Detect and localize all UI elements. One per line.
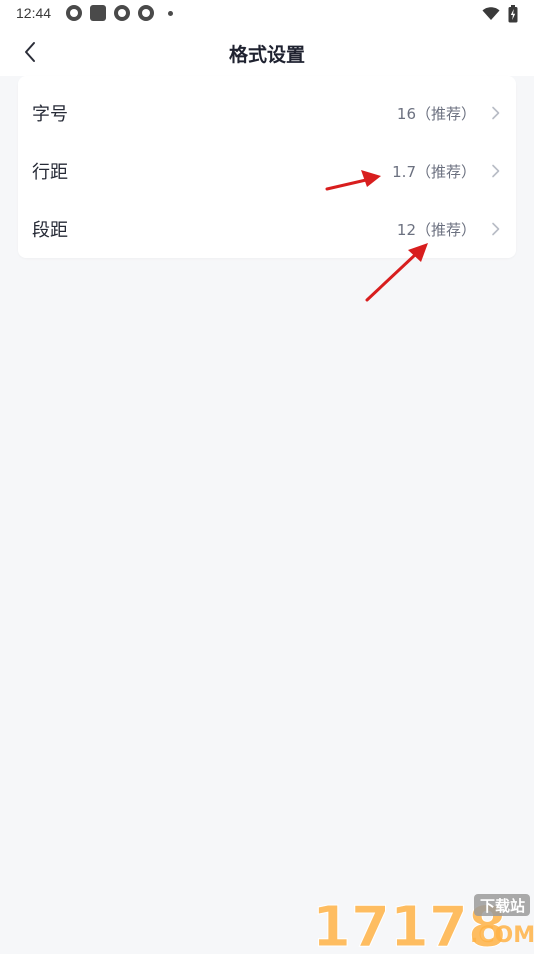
setting-value-paragraph-spacing: 12（推荐）	[396, 220, 476, 239]
setting-row-paragraph-spacing[interactable]: 段距 12（推荐）	[18, 200, 516, 258]
svg-text:下载站: 下载站	[480, 897, 525, 915]
more-notifications-icon	[168, 10, 173, 16]
setting-row-line-spacing[interactable]: 行距 1.7（推荐）	[18, 142, 516, 200]
app-notification-icon	[66, 5, 82, 21]
chevron-right-icon	[492, 164, 500, 178]
app-notification-icon	[114, 5, 130, 21]
setting-label-line-spacing: 行距	[32, 162, 68, 183]
setting-label-font-size: 字号	[32, 104, 68, 125]
setting-row-font-size[interactable]: 字号 16（推荐）	[18, 84, 516, 142]
svg-text:.COM: .COM	[470, 923, 534, 948]
watermark-logo-icon: 17178 下载站 .COM	[312, 894, 534, 954]
format-settings-card: 字号 16（推荐） 行距 1.7（推荐） 段距 12（推荐）	[18, 76, 516, 258]
status-bar: 12:44	[0, 0, 534, 28]
page-title: 格式设置	[228, 44, 305, 66]
battery-icon	[508, 5, 518, 23]
wifi-icon	[482, 7, 500, 20]
notification-icons	[66, 5, 173, 21]
setting-value-font-size: 16（推荐）	[396, 104, 476, 123]
setting-label-paragraph-spacing: 段距	[32, 220, 68, 241]
chevron-right-icon	[492, 106, 500, 120]
site-watermark-logo: 17178 下载站 .COM	[304, 888, 534, 954]
system-icons	[482, 5, 518, 23]
app-notification-icon	[138, 5, 154, 21]
chevron-right-icon	[492, 222, 500, 236]
setting-value-line-spacing: 1.7（推荐）	[392, 162, 476, 181]
square-app-icon	[90, 5, 106, 21]
status-time: 12:44	[16, 5, 52, 21]
nav-bar: 格式设置	[0, 28, 534, 76]
